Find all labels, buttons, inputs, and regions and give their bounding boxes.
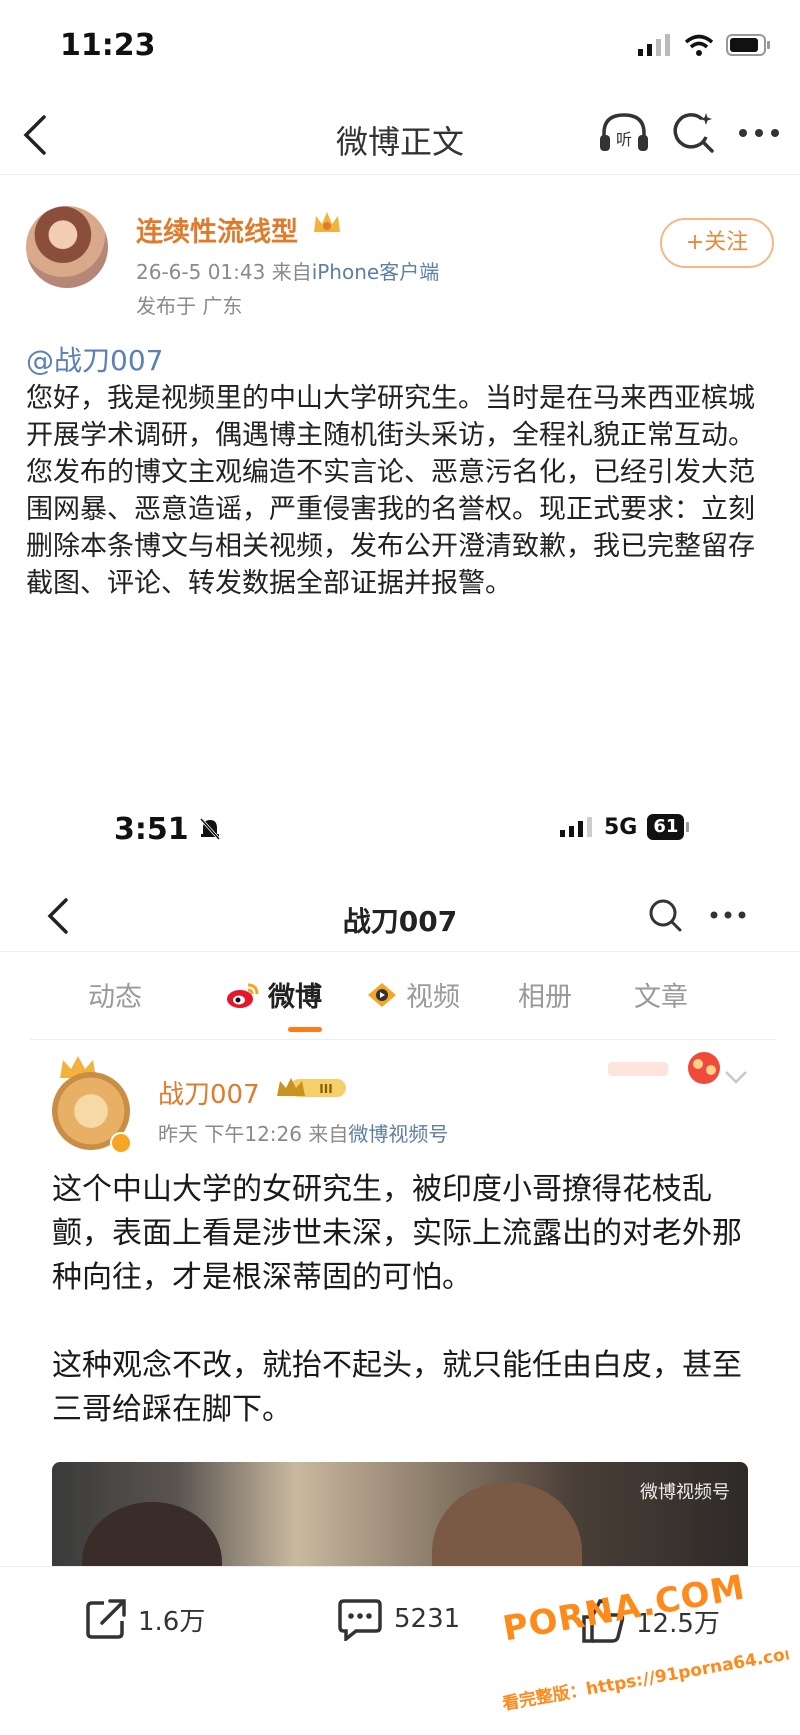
detail-nav-bar: 微博正文 听 [0,95,800,175]
search-icon[interactable] [672,111,716,155]
network-type: 5G [604,814,638,840]
video-tab-icon [368,982,396,1007]
verified-badge-icon [110,1132,132,1154]
profile-nav-bar: 战刀007 [0,880,800,952]
repost-count: 1.6万 [138,1606,206,1637]
more-icon[interactable] [710,910,746,920]
more-icon[interactable] [738,127,780,139]
nav-actions [648,898,746,932]
bell-muted-icon [199,817,221,841]
post-paragraph: 您发布的博文主观编造不实言论、恶意污名化，已经引发大范围网暴、恶意造谣，严重侵害… [26,457,755,599]
status-time: 3:51 [114,812,221,847]
comment-button[interactable]: 5231 [336,1597,460,1641]
status-icons: 5G 61 [560,814,690,840]
username[interactable]: 战刀007 [158,1074,260,1111]
post-paragraph: 这个中山大学的女研究生，被印度小哥撩得花枝乱颤，表面上看是涉世未深，实际上流露出… [52,1172,742,1295]
post-paragraph: 您好，我是视频里的中山大学研究生。当时是在马来西亚槟城开展学术调研，偶遇博主随机… [26,383,755,451]
chevron-down-icon[interactable] [724,1070,748,1084]
weibo-logo-icon [227,983,259,1008]
status-bar-2: 3:51 5G 61 [0,800,800,860]
signal-icon [638,34,670,56]
post-paragraph: 这种观念不改，就抬不起头，就只能任由白皮，甚至三哥给踩在脚下。 [52,1348,742,1427]
username[interactable]: 连续性流线型 [136,210,298,249]
post-time: 26-6-5 01:43 [136,260,266,284]
video-watermark: 微博视频号 [640,1482,730,1503]
status-icons [638,34,772,56]
tab-dynamics[interactable]: 动态 [88,975,142,1014]
post-time: 昨天 下午12:26 [158,1122,302,1146]
follow-button[interactable]: +关注 [660,218,774,268]
battery-level: 61 [647,814,685,840]
post-source[interactable]: iPhone客户端 [312,260,440,284]
tab-articles[interactable]: 文章 [634,975,688,1014]
nav-actions: 听 [598,111,780,155]
tab-weibo[interactable]: 微博 [226,975,322,1014]
comment-count: 5231 [394,1604,461,1634]
avatar[interactable] [26,206,108,288]
profile-tabs: 动态 微博 视频 相册 文章 [30,965,776,1040]
mention-link[interactable]: @战刀007 [26,344,163,377]
crown-badge-icon [314,212,340,232]
comment-icon [338,1599,382,1641]
status-time: 11:23 [60,28,156,63]
decoration-sticker-icon [608,1052,720,1084]
post-meta: 26-6-5 01:43 来自iPhone客户端 [136,256,439,285]
wifi-icon [684,34,714,56]
source-prefix: 来自 [271,260,312,284]
battery-icon [726,34,770,56]
source-prefix: 来自 [308,1122,349,1146]
share-icon [86,1599,126,1639]
battery-icon: 61 [647,814,690,840]
listen-icon[interactable]: 听 [598,111,650,155]
post-body-1: @战刀007 您好，我是视频里的中山大学研究生。当时是在马来西亚槟城开展学术调研… [26,342,774,602]
post-location: 发布于 广东 [136,294,243,318]
level-badge-icon: III [277,1078,346,1097]
tab-album[interactable]: 相册 [518,975,572,1014]
post-body-2: 这个中山大学的女研究生，被印度小哥撩得花枝乱颤，表面上看是涉世未深，实际上流露出… [52,1168,742,1432]
post-meta: 昨天 下午12:26 来自微博视频号 [158,1118,448,1147]
tab-video[interactable]: 视频 [366,975,460,1014]
signal-icon [560,817,592,837]
post-header-1: 连续性流线型 26-6-5 01:43 来自iPhone客户端 发布于 广东 +… [0,198,800,318]
repost-button[interactable]: 1.6万 [84,1597,205,1641]
post-source[interactable]: 微博视频号 [348,1122,448,1146]
status-bar-1: 11:23 [0,0,800,95]
svg-text:听: 听 [616,130,632,149]
search-icon[interactable] [648,898,682,932]
svg-text:III: III [319,1082,332,1096]
active-tab-indicator [288,1027,322,1032]
